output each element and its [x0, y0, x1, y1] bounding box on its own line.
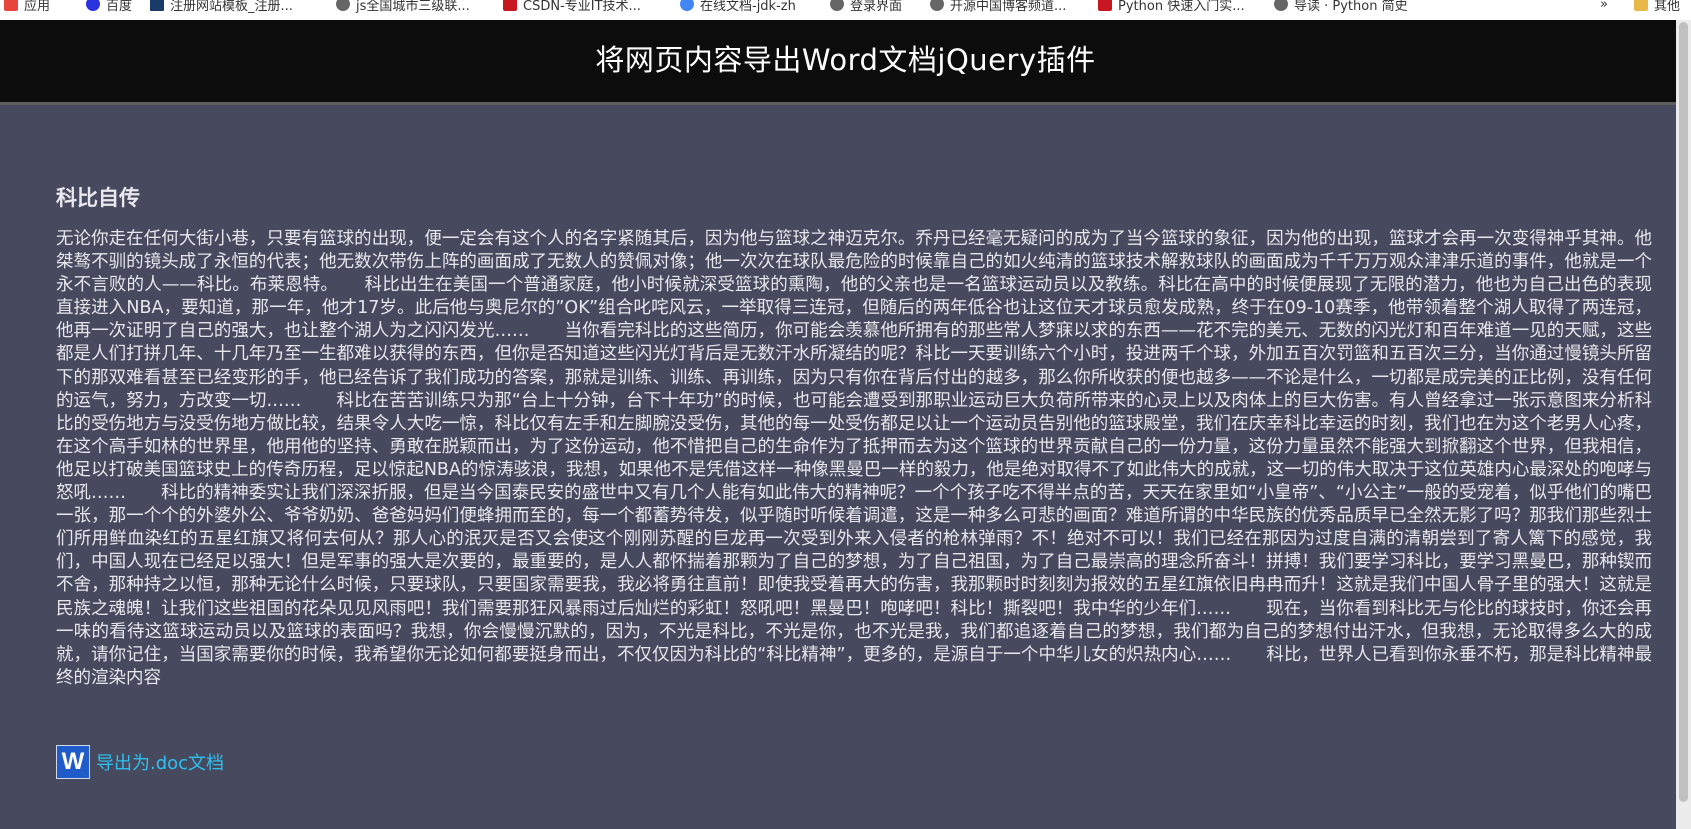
export-doc-link[interactable]: W 导出为.doc文档	[56, 745, 224, 779]
bookmark-oschina[interactable]: 开源中国博客频道...	[930, 0, 1066, 14]
globe-icon	[1274, 0, 1288, 11]
bookmark-label: »	[1600, 0, 1608, 12]
article-content: 科比自传 无论你走在任何大街小巷，只要有篮球的出现，便一定会有这个人的名字紧随其…	[56, 182, 1652, 690]
apps-grid-icon	[4, 0, 18, 11]
bookmark-apps[interactable]: 应用	[4, 0, 50, 14]
bookmark-template[interactable]: 注册网站模板_注册...	[150, 0, 293, 14]
bookmarks-bar: 应用 百度 注册网站模板_注册... js全国城市三级联... CSDN-专业I…	[0, 0, 1691, 20]
bookmark-python-intro[interactable]: Python 快速入门实...	[1098, 0, 1245, 14]
bookmark-label: Python 快速入门实...	[1118, 0, 1245, 14]
bookmark-city-linkage[interactable]: js全国城市三级联...	[336, 0, 470, 14]
bookmark-label: 开源中国博客频道...	[950, 0, 1067, 14]
bookmark-label: 百度	[106, 0, 133, 14]
folder-icon	[1634, 0, 1648, 11]
bookmark-label: 注册网站模板_注册...	[170, 0, 293, 14]
bookmark-label: 导读 · Python 简史	[1294, 0, 1408, 14]
csdn-icon	[1098, 0, 1112, 11]
bookmark-login[interactable]: 登录界面	[830, 0, 902, 14]
bookmark-label: 其他	[1654, 0, 1681, 14]
bookmark-label: 在线文档-jdk-zh	[700, 0, 796, 14]
bookmarks-overflow-button[interactable]: »	[1600, 0, 1608, 14]
article-title: 科比自传	[56, 186, 140, 210]
bookmark-baidu[interactable]: 百度	[86, 0, 132, 14]
csdn-icon	[503, 0, 517, 11]
bookmark-label: CSDN-专业IT技术...	[523, 0, 641, 14]
bookmark-other-folder[interactable]: 其他	[1634, 0, 1680, 14]
bookmark-label: 登录界面	[850, 0, 903, 14]
globe-icon	[930, 0, 944, 11]
page-header: 将网页内容导出Word文档jQuery插件	[0, 20, 1691, 105]
globe-icon	[336, 0, 350, 11]
word-document-icon: W	[56, 745, 90, 779]
bookmark-label: js全国城市三级联...	[356, 0, 470, 14]
bookmark-jdk-docs[interactable]: 在线文档-jdk-zh	[680, 0, 796, 14]
bookmark-label: 应用	[24, 0, 51, 14]
vertical-scrollbar[interactable]	[1676, 20, 1691, 829]
bookmark-python-history[interactable]: 导读 · Python 简史	[1274, 0, 1408, 14]
bookmark-csdn[interactable]: CSDN-专业IT技术...	[503, 0, 641, 14]
chrome-icon	[680, 0, 694, 11]
scrollbar-thumb[interactable]	[1679, 22, 1688, 802]
article-body: 无论你走在任何大街小巷，只要有篮球的出现，便一定会有这个人的名字紧随其后，因为他…	[56, 229, 1652, 688]
baidu-paw-icon	[86, 0, 100, 11]
export-doc-label: 导出为.doc文档	[96, 753, 225, 774]
globe-icon	[830, 0, 844, 11]
page-title: 将网页内容导出Word文档jQuery插件	[595, 43, 1096, 77]
site-favicon-icon	[150, 0, 164, 11]
